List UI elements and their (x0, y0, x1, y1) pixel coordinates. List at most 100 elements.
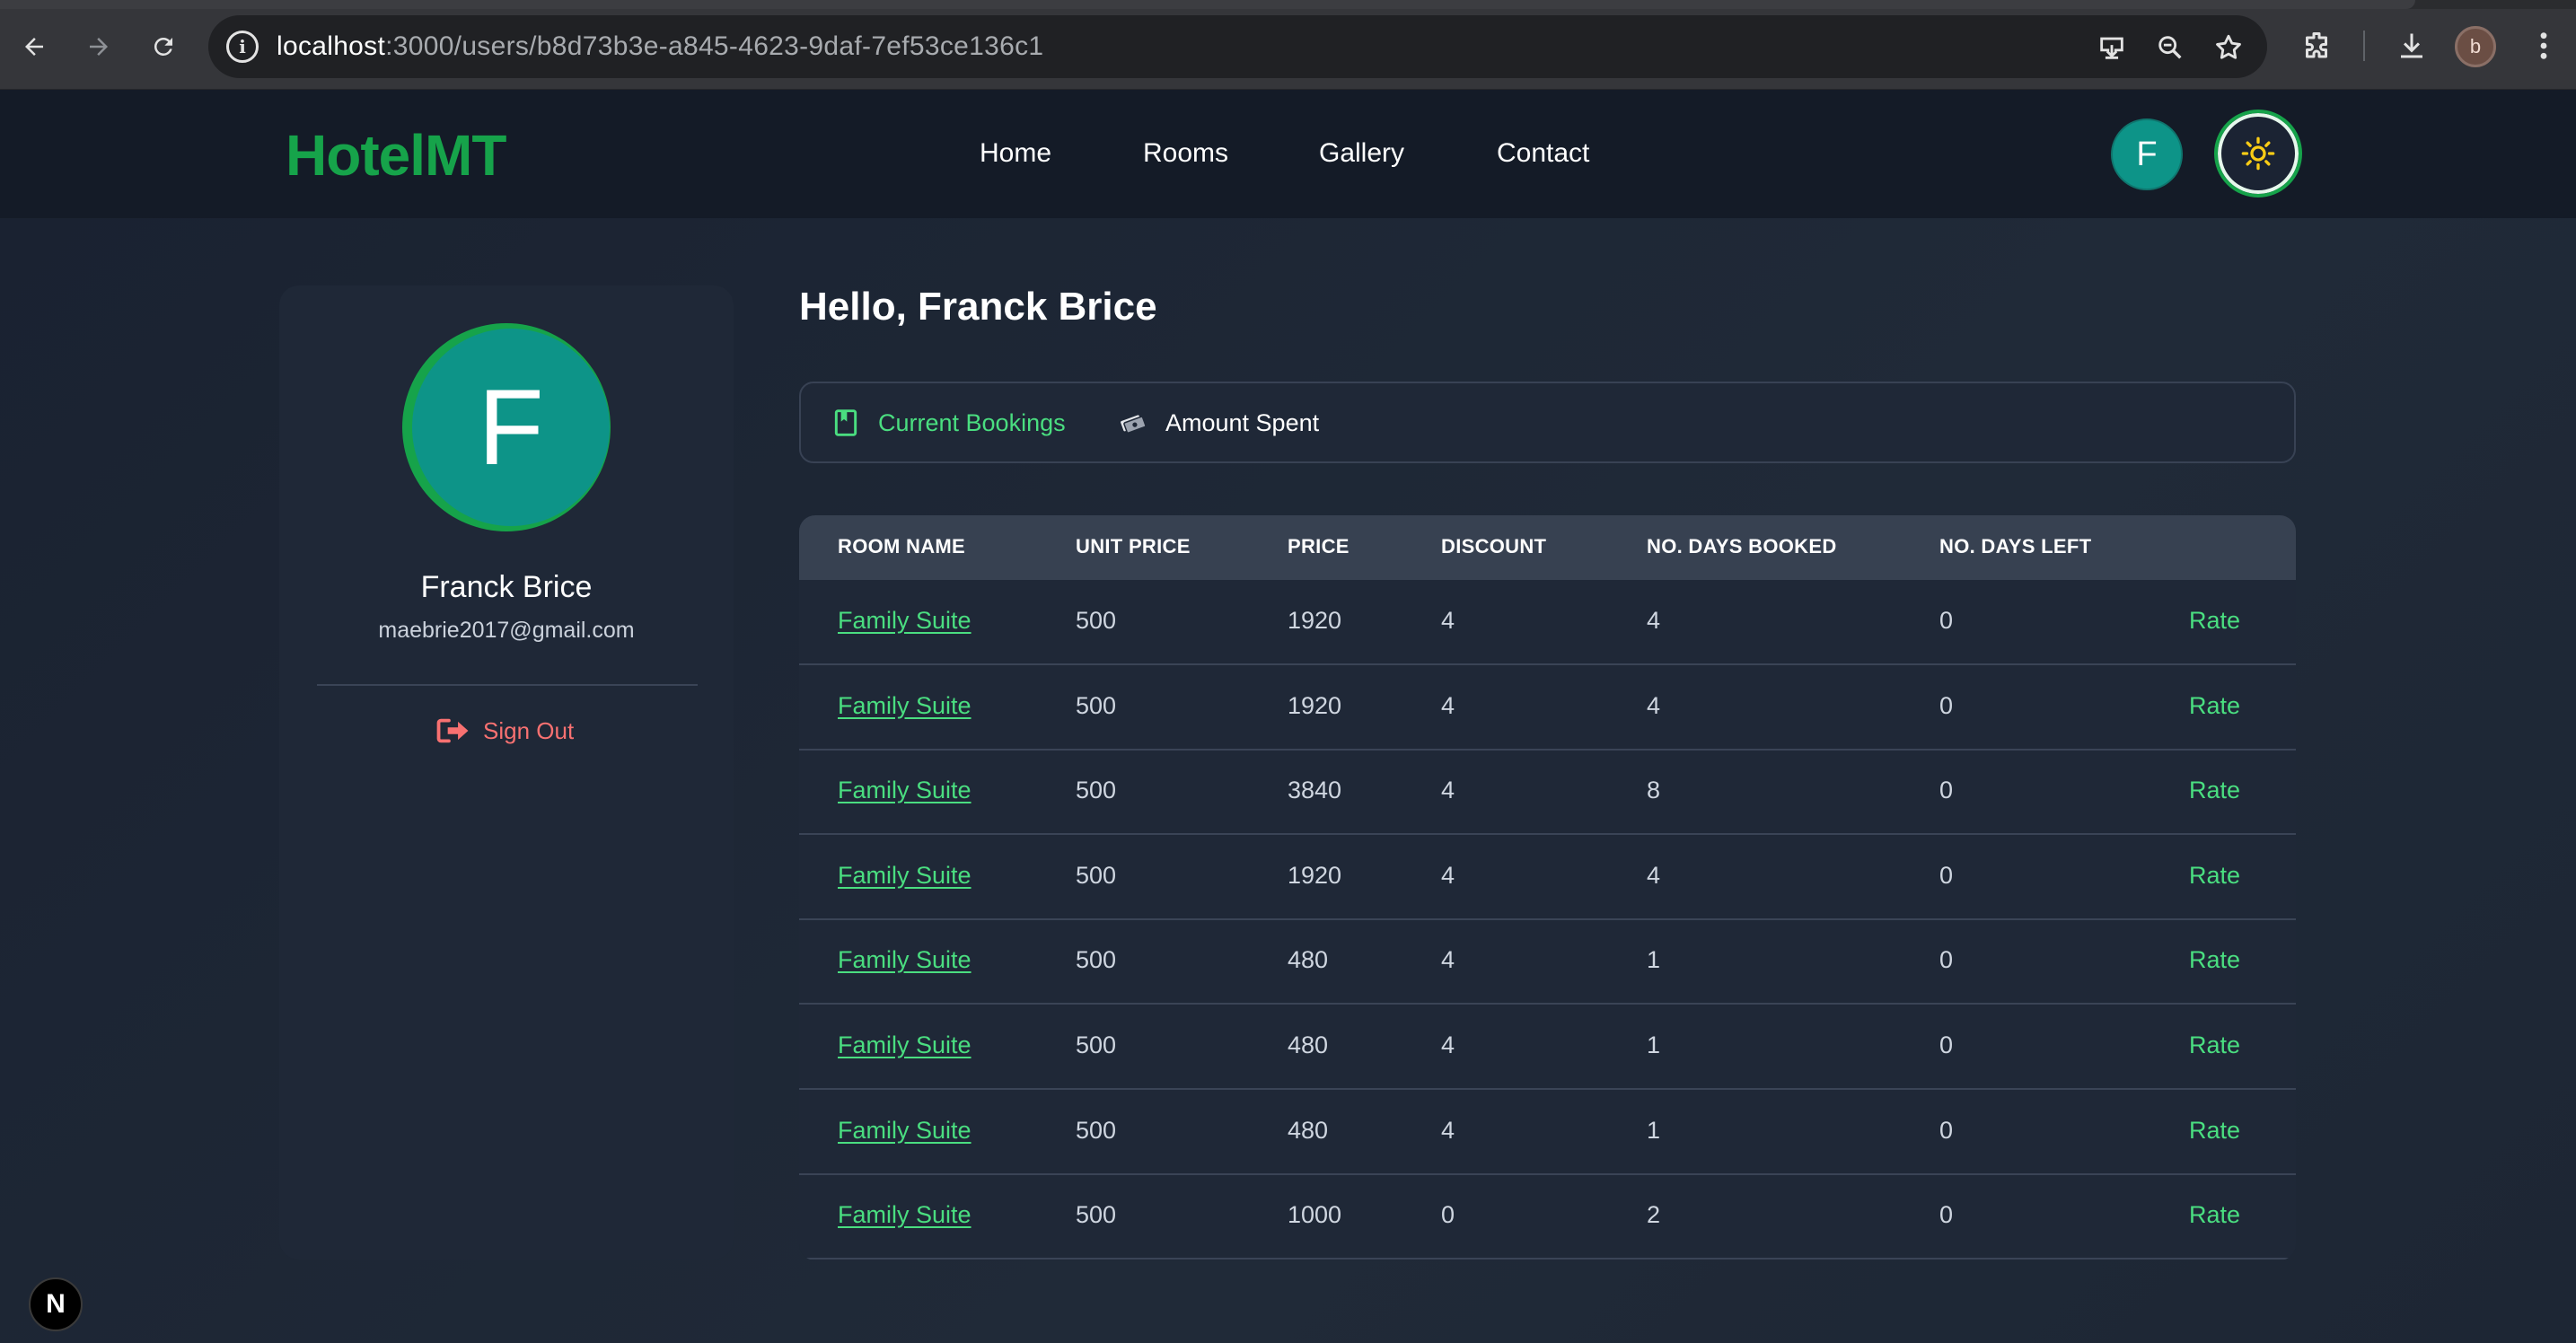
tab-current-bookings-label: Current Bookings (878, 408, 1066, 436)
table-row: Family Suite 500 480 4 1 0 Rate (799, 919, 2296, 1005)
room-name-link[interactable]: Family Suite (838, 1201, 971, 1229)
theme-toggle-button[interactable] (2214, 110, 2302, 198)
tab-strip (0, 0, 2576, 9)
discount-cell: 4 (1441, 777, 1455, 804)
info-icon[interactable]: i (226, 31, 259, 63)
room-name-link[interactable]: Family Suite (838, 946, 971, 974)
nav-contact-link[interactable]: Contact (1497, 138, 1589, 169)
profile-email: maebrie2017@gmail.com (378, 618, 635, 643)
puzzle-icon[interactable] (2299, 28, 2334, 64)
arrow-right-icon (90, 38, 108, 56)
days-booked-cell: 2 (1647, 1201, 1661, 1229)
sign-out-button[interactable]: Sign Out (436, 713, 574, 749)
money-icon (1121, 415, 1146, 434)
rate-button[interactable]: Rate (2189, 1031, 2240, 1059)
column-header-days-booked: NO. DAYS BOOKED (1647, 535, 1837, 557)
days-left-cell: 0 (1939, 1031, 1954, 1058)
room-name-link[interactable]: Family Suite (838, 1117, 971, 1145)
room-name-link[interactable]: Family Suite (838, 862, 971, 890)
rate-button[interactable]: Rate (2189, 946, 2240, 974)
nav-home-link[interactable]: Home (980, 138, 1051, 169)
discount-cell: 0 (1441, 1201, 1455, 1229)
days-left-cell: 0 (1939, 691, 1954, 719)
days-booked-cell: 1 (1647, 946, 1661, 974)
star-icon[interactable] (2211, 31, 2246, 65)
kebab-menu-icon[interactable] (2526, 28, 2562, 64)
days-booked-cell: 1 (1647, 1116, 1661, 1144)
price-cell: 480 (1288, 1031, 1329, 1058)
column-header-days-left: NO. DAYS LEFT (1939, 535, 2092, 557)
discount-cell: 4 (1441, 691, 1455, 719)
discount-cell: 4 (1441, 861, 1455, 889)
rate-button[interactable]: Rate (2189, 777, 2240, 804)
rate-button[interactable]: Rate (2189, 607, 2240, 635)
price-cell: 1920 (1288, 607, 1342, 634)
unit-price-cell: 500 (1076, 1201, 1117, 1229)
table-row: Family Suite 500 1920 4 4 0 Rate (799, 580, 2296, 665)
rate-button[interactable]: Rate (2189, 1201, 2240, 1229)
rate-button[interactable]: Rate (2189, 1117, 2240, 1145)
profile-name: Franck Brice (420, 570, 593, 604)
book-icon (834, 409, 857, 436)
rate-button[interactable]: Rate (2189, 862, 2240, 890)
user-avatar-button[interactable]: F (2111, 118, 2183, 190)
table-row: Family Suite 500 1920 4 4 0 Rate (799, 835, 2296, 920)
sign-out-icon (436, 718, 469, 743)
forward-button[interactable] (79, 27, 119, 66)
arrow-left-icon (25, 38, 43, 56)
table-row: Family Suite 500 1000 0 2 0 Rate (799, 1174, 2296, 1260)
zoom-icon[interactable] (2153, 31, 2187, 65)
unit-price-cell: 500 (1076, 691, 1117, 719)
browser-profile-avatar[interactable]: b (2455, 26, 2496, 67)
unit-price-cell: 500 (1076, 607, 1117, 634)
page-title: Hello, Franck Brice (799, 285, 1157, 329)
reload-icon (154, 37, 172, 56)
url-text[interactable]: localhost:3000/users/b8d73b3e-a845-4623-… (277, 31, 1043, 62)
room-name-link[interactable]: Family Suite (838, 777, 971, 804)
days-booked-cell: 4 (1647, 691, 1661, 719)
back-button[interactable] (14, 27, 54, 66)
bookings-table: ROOM NAME UNIT PRICE PRICE DISCOUNT NO. … (799, 515, 2296, 1260)
reload-button[interactable] (144, 27, 183, 66)
discount-cell: 4 (1441, 1031, 1455, 1058)
days-left-cell: 0 (1939, 946, 1954, 974)
browser-toolbar: i localhost:3000/users/b8d73b3e-a845-462… (0, 0, 2576, 90)
table-row: Family Suite 500 3840 4 8 0 Rate (799, 750, 2296, 836)
tab-amount-spent[interactable]: Amount Spent (1119, 403, 1319, 443)
column-header-discount: DISCOUNT (1441, 535, 1547, 557)
site-logo[interactable]: HotelMT (286, 122, 506, 189)
days-left-cell: 0 (1939, 1201, 1954, 1229)
room-name-link[interactable]: Family Suite (838, 692, 971, 720)
unit-price-cell: 500 (1076, 777, 1117, 804)
price-cell: 1920 (1288, 861, 1342, 889)
days-booked-cell: 4 (1647, 607, 1661, 634)
tab-current-bookings[interactable]: Current Bookings (833, 403, 1066, 443)
days-booked-cell: 4 (1647, 861, 1661, 889)
column-header-price: PRICE (1288, 535, 1350, 557)
column-header-unit-price: UNIT PRICE (1076, 535, 1191, 557)
column-header-room-name: ROOM NAME (838, 535, 966, 557)
days-left-cell: 0 (1939, 861, 1954, 889)
toolbar-divider (2363, 31, 2365, 61)
unit-price-cell: 500 (1076, 861, 1117, 889)
install-app-icon[interactable] (2095, 31, 2129, 65)
discount-cell: 4 (1441, 1116, 1455, 1144)
room-name-link[interactable]: Family Suite (838, 1031, 971, 1059)
tab-amount-spent-label: Amount Spent (1165, 408, 1320, 436)
nav-rooms-link[interactable]: Rooms (1143, 138, 1228, 169)
discount-cell: 4 (1441, 607, 1455, 634)
download-icon[interactable] (2394, 28, 2430, 64)
table-row: Family Suite 500 1920 4 4 0 Rate (799, 665, 2296, 750)
room-name-link[interactable]: Family Suite (838, 607, 971, 635)
table-row: Family Suite 500 480 4 1 0 Rate (799, 1005, 2296, 1090)
discount-cell: 4 (1441, 946, 1455, 974)
nextjs-dev-badge[interactable]: N (29, 1277, 83, 1331)
address-bar[interactable]: i localhost:3000/users/b8d73b3e-a845-462… (208, 15, 2267, 78)
rate-button[interactable]: Rate (2189, 692, 2240, 720)
sun-icon (2241, 136, 2275, 171)
price-cell: 1000 (1288, 1201, 1342, 1229)
nav-gallery-link[interactable]: Gallery (1319, 138, 1404, 169)
price-cell: 1920 (1288, 691, 1342, 719)
price-cell: 3840 (1288, 777, 1342, 804)
table-row: Family Suite 500 480 4 1 0 Rate (799, 1090, 2296, 1175)
